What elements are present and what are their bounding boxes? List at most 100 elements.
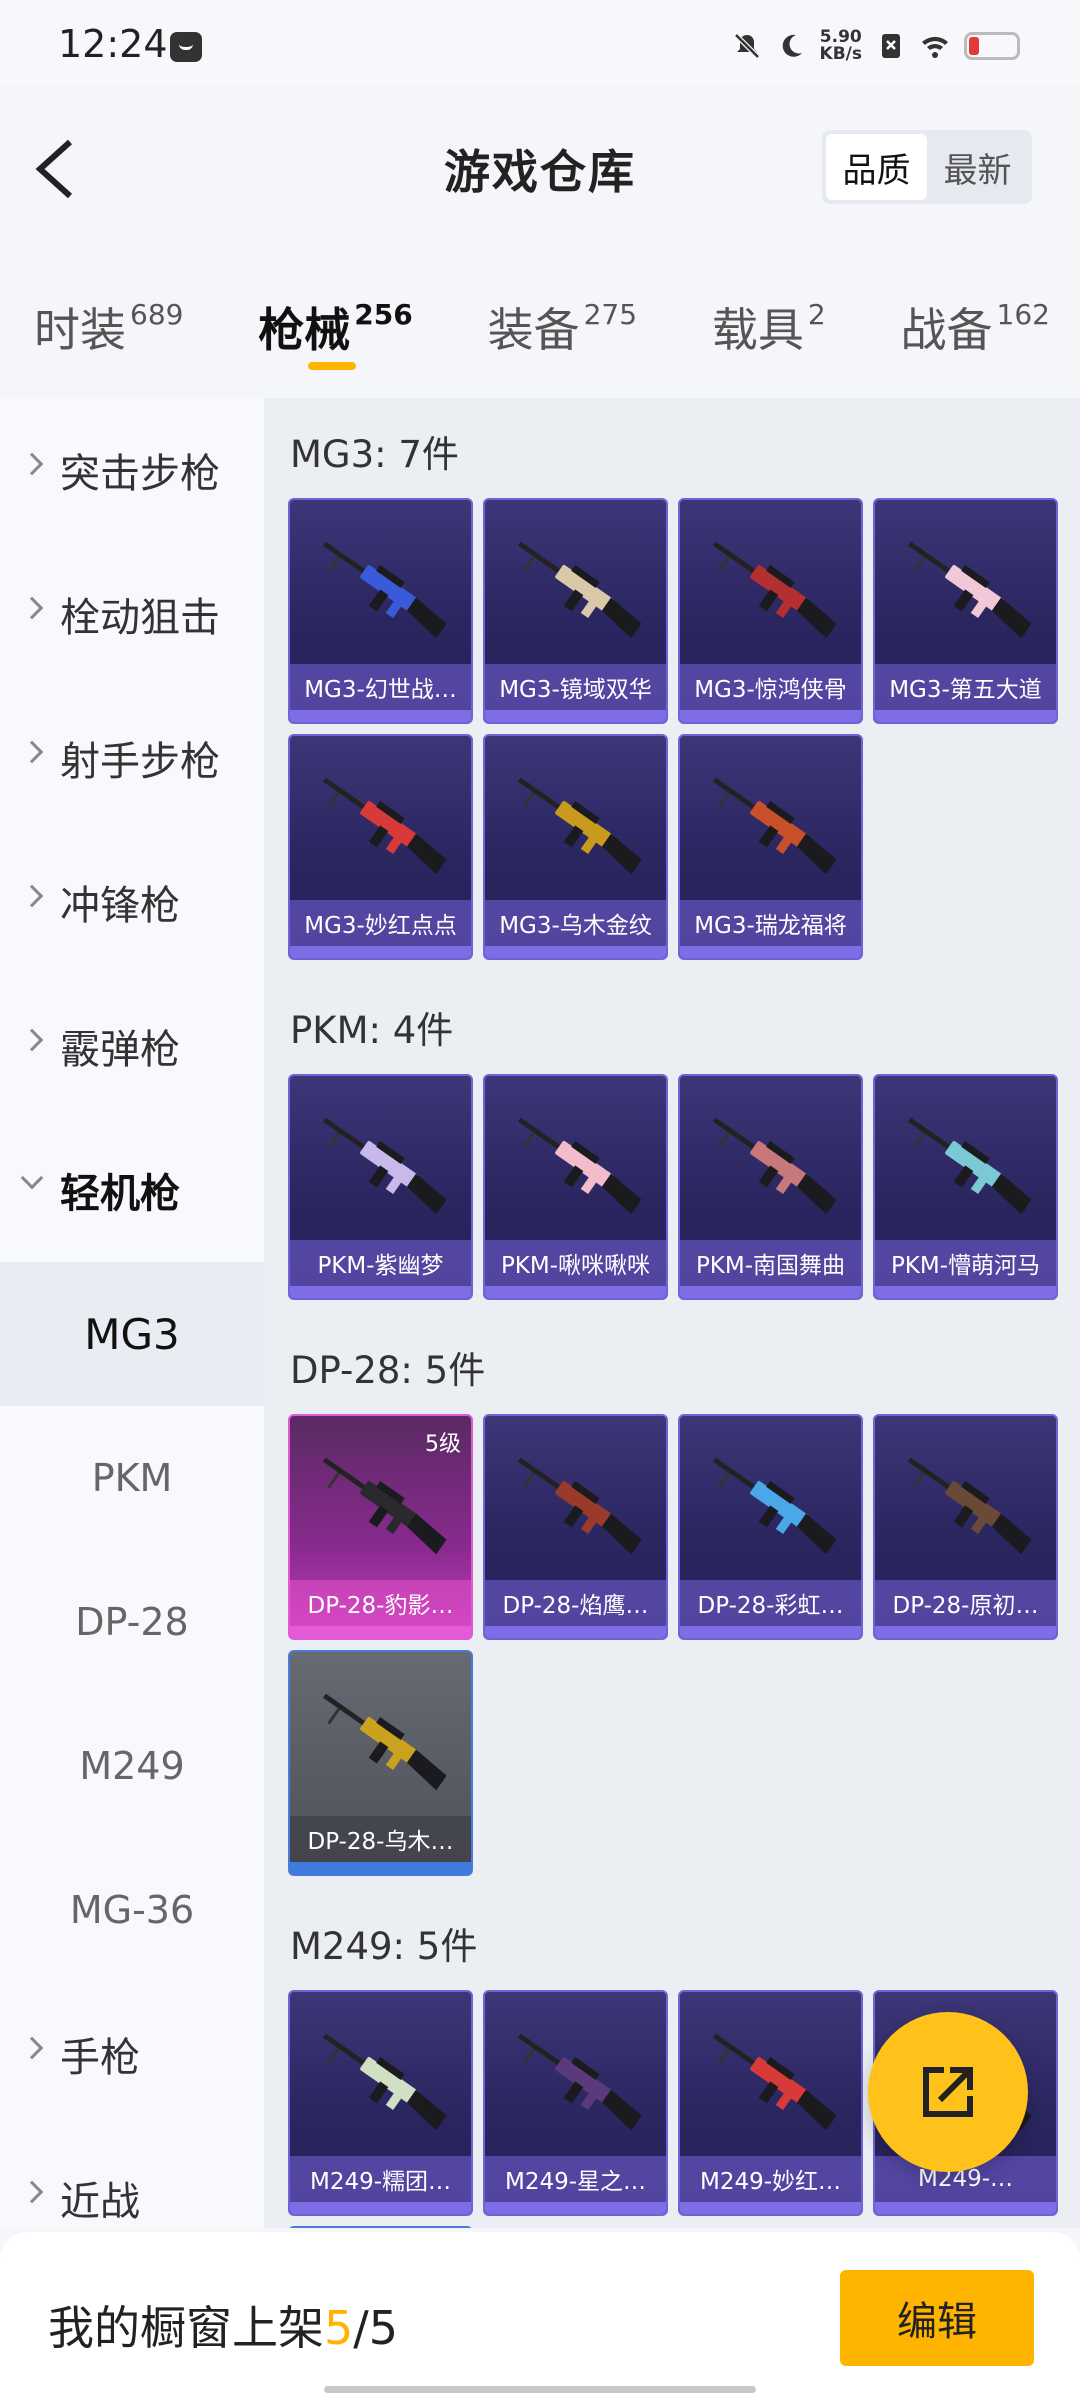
sidebar-item-assault-rifle[interactable]: 突击步枪 bbox=[0, 398, 264, 542]
rarity-bar bbox=[290, 1862, 471, 1874]
tab-count: 275 bbox=[583, 298, 638, 331]
tab-count: 256 bbox=[354, 298, 413, 331]
net-speed: 5.90 KB/s bbox=[820, 29, 862, 63]
rarity-bar bbox=[290, 1626, 471, 1638]
sidebar-item-label: 突击步枪 bbox=[60, 451, 220, 497]
skin-name: PKM-紫幽梦 bbox=[290, 1240, 471, 1286]
chevron-right-icon bbox=[20, 1028, 44, 1052]
skin-card[interactable]: PKM-懵萌河马 bbox=[873, 1074, 1058, 1300]
weapon-icon bbox=[712, 777, 837, 875]
skin-name: M249-糯团… bbox=[290, 2156, 471, 2202]
skin-grid: MG3-幻世战… MG3-镜域双华 MG3-惊鸿侠骨 MG3-第五大道 MG3-妙红点点… bbox=[264, 498, 1080, 960]
sidebar-item-shotgun[interactable]: 霰弹枪 bbox=[0, 974, 264, 1118]
tab-fashion[interactable]: 时装 689 bbox=[34, 254, 183, 394]
tab-vehicles[interactable]: 载具 2 bbox=[712, 254, 826, 394]
weapon-icon bbox=[517, 2033, 642, 2131]
skin-card[interactable]: MG3-第五大道 bbox=[873, 498, 1058, 724]
tab-equipment[interactable]: 装备 275 bbox=[488, 254, 637, 394]
skin-name: PKM-懵萌河马 bbox=[875, 1240, 1056, 1286]
sort-toggle[interactable]: 品质 最新 bbox=[822, 130, 1032, 204]
chevron-right-icon bbox=[20, 596, 44, 620]
skin-card[interactable]: M249-星之… bbox=[483, 1990, 668, 2216]
edit-button[interactable]: 编辑 bbox=[840, 2270, 1034, 2366]
skin-name: M249-星之… bbox=[485, 2156, 666, 2202]
skin-card[interactable]: DP-28-乌木… bbox=[288, 1650, 473, 1876]
skin-card[interactable]: MG3-妙红点点 bbox=[288, 734, 473, 960]
skin-name: MG3-第五大道 bbox=[875, 664, 1056, 710]
chevron-down-icon bbox=[20, 1166, 44, 1190]
sidebar-item-label: 手枪 bbox=[60, 2035, 140, 2081]
sidebar-subitem-mg36[interactable]: MG-36 bbox=[0, 1838, 264, 1982]
tab-label: 战备 bbox=[900, 303, 993, 357]
showcase-bar: 我的橱窗上架5/5 编辑 bbox=[0, 2232, 1080, 2400]
skin-card[interactable]: MG3-镜域双华 bbox=[483, 498, 668, 724]
sidebar-item-lmg[interactable]: 轻机枪 bbox=[0, 1118, 264, 1262]
sidebar-subitem-m249[interactable]: M249 bbox=[0, 1694, 264, 1838]
sidebar-subitem-dp28[interactable]: DP-28 bbox=[0, 1550, 264, 1694]
share-export-button[interactable] bbox=[868, 2012, 1028, 2172]
group-title: PKM: 4件 bbox=[290, 1009, 454, 1052]
skin-name: MG3-镜域双华 bbox=[485, 664, 666, 710]
sidebar-item-pistol[interactable]: 手枪 bbox=[0, 1982, 264, 2126]
sort-quality-option[interactable]: 品质 bbox=[826, 134, 927, 200]
skin-card[interactable]: DP-28-原初… bbox=[873, 1414, 1058, 1640]
skin-card[interactable]: MG3-幻世战… bbox=[288, 498, 473, 724]
tab-count: 689 bbox=[130, 298, 184, 331]
skin-card[interactable]: M249-糯团… bbox=[288, 1990, 473, 2216]
rarity-bar bbox=[290, 946, 471, 958]
skin-grid: 5级 DP-28-豹影… DP-28-焰鹰… DP-28-彩虹… DP-28-原初… DP… bbox=[264, 1414, 1080, 1876]
skin-card[interactable]: DP-28-彩虹… bbox=[678, 1414, 863, 1640]
weapon-icon bbox=[322, 2033, 447, 2131]
sidebar-item-smg[interactable]: 冲锋枪 bbox=[0, 830, 264, 974]
weapon-icon bbox=[517, 777, 642, 875]
skin-name: DP-28-乌木… bbox=[290, 1816, 471, 1862]
rarity-bar bbox=[875, 2202, 1056, 2214]
skin-card[interactable]: 5级 DP-28-豹影… bbox=[288, 1414, 473, 1640]
home-indicator[interactable] bbox=[324, 2386, 756, 2393]
data-off-icon bbox=[882, 34, 900, 58]
sidebar-item-label: 近战 bbox=[60, 2179, 140, 2225]
sort-newest-option[interactable]: 最新 bbox=[927, 134, 1028, 200]
rarity-bar bbox=[875, 1626, 1056, 1638]
skin-card[interactable]: PKM-啾咪啾咪 bbox=[483, 1074, 668, 1300]
skin-card[interactable]: MG3-惊鸿侠骨 bbox=[678, 498, 863, 724]
header: 游戏仓库 品质 最新 bbox=[0, 84, 1080, 254]
showcase-total: 5 bbox=[368, 2301, 399, 2355]
rarity-bar bbox=[680, 1286, 861, 1298]
tab-tactical[interactable]: 战备 162 bbox=[901, 254, 1050, 394]
status-bar: 12:24 5.90 KB/s bbox=[0, 0, 1080, 84]
sidebar-item-melee[interactable]: 近战 bbox=[0, 2126, 264, 2228]
sidebar-item-label: 冲锋枪 bbox=[60, 883, 180, 929]
sidebar-item-bolt-sniper[interactable]: 栓动狙击 bbox=[0, 542, 264, 686]
rarity-bar bbox=[290, 1286, 471, 1298]
share-export-icon bbox=[923, 2067, 973, 2117]
sidebar-item-label: 栓动狙击 bbox=[60, 595, 220, 641]
tab-firearms[interactable]: 枪械 256 bbox=[258, 254, 413, 394]
chevron-right-icon bbox=[20, 452, 44, 476]
skin-card[interactable]: MG3-乌木金纹 bbox=[483, 734, 668, 960]
skin-card[interactable]: DP-28-焰鹰… bbox=[483, 1414, 668, 1640]
skin-card[interactable]: PKM-紫幽梦 bbox=[288, 1074, 473, 1300]
weapon-icon bbox=[712, 541, 837, 639]
skin-name: DP-28-彩虹… bbox=[680, 1580, 861, 1626]
skin-card[interactable]: MG3-瑞龙福将 bbox=[678, 734, 863, 960]
sidebar-subitem-mg3[interactable]: MG3 bbox=[0, 1262, 264, 1406]
weapon-icon bbox=[712, 2033, 837, 2131]
skin-name: MG3-瑞龙福将 bbox=[680, 900, 861, 946]
skin-name: MG3-惊鸿侠骨 bbox=[680, 664, 861, 710]
battery-icon bbox=[964, 32, 1020, 60]
skin-card[interactable]: PKM-南国舞曲 bbox=[678, 1074, 863, 1300]
chevron-right-icon bbox=[20, 740, 44, 764]
showcase-current: 5 bbox=[324, 2301, 354, 2355]
rarity-bar bbox=[485, 946, 666, 958]
sidebar-subitem-pkm[interactable]: PKM bbox=[0, 1406, 264, 1550]
weapon-icon bbox=[322, 541, 447, 639]
skin-card[interactable]: M249-妙红… bbox=[678, 1990, 863, 2216]
skin-card[interactable] bbox=[288, 2226, 473, 2228]
sidebar-item-marksman-rifle[interactable]: 射手步枪 bbox=[0, 686, 264, 830]
chevron-right-icon bbox=[20, 884, 44, 908]
skin-name: M249-妙红… bbox=[680, 2156, 861, 2202]
weapon-type-sidebar: 突击步枪 栓动狙击 射手步枪 冲锋枪 霰弹枪 轻机枪 MG3 PKM DP-28… bbox=[0, 398, 264, 2228]
